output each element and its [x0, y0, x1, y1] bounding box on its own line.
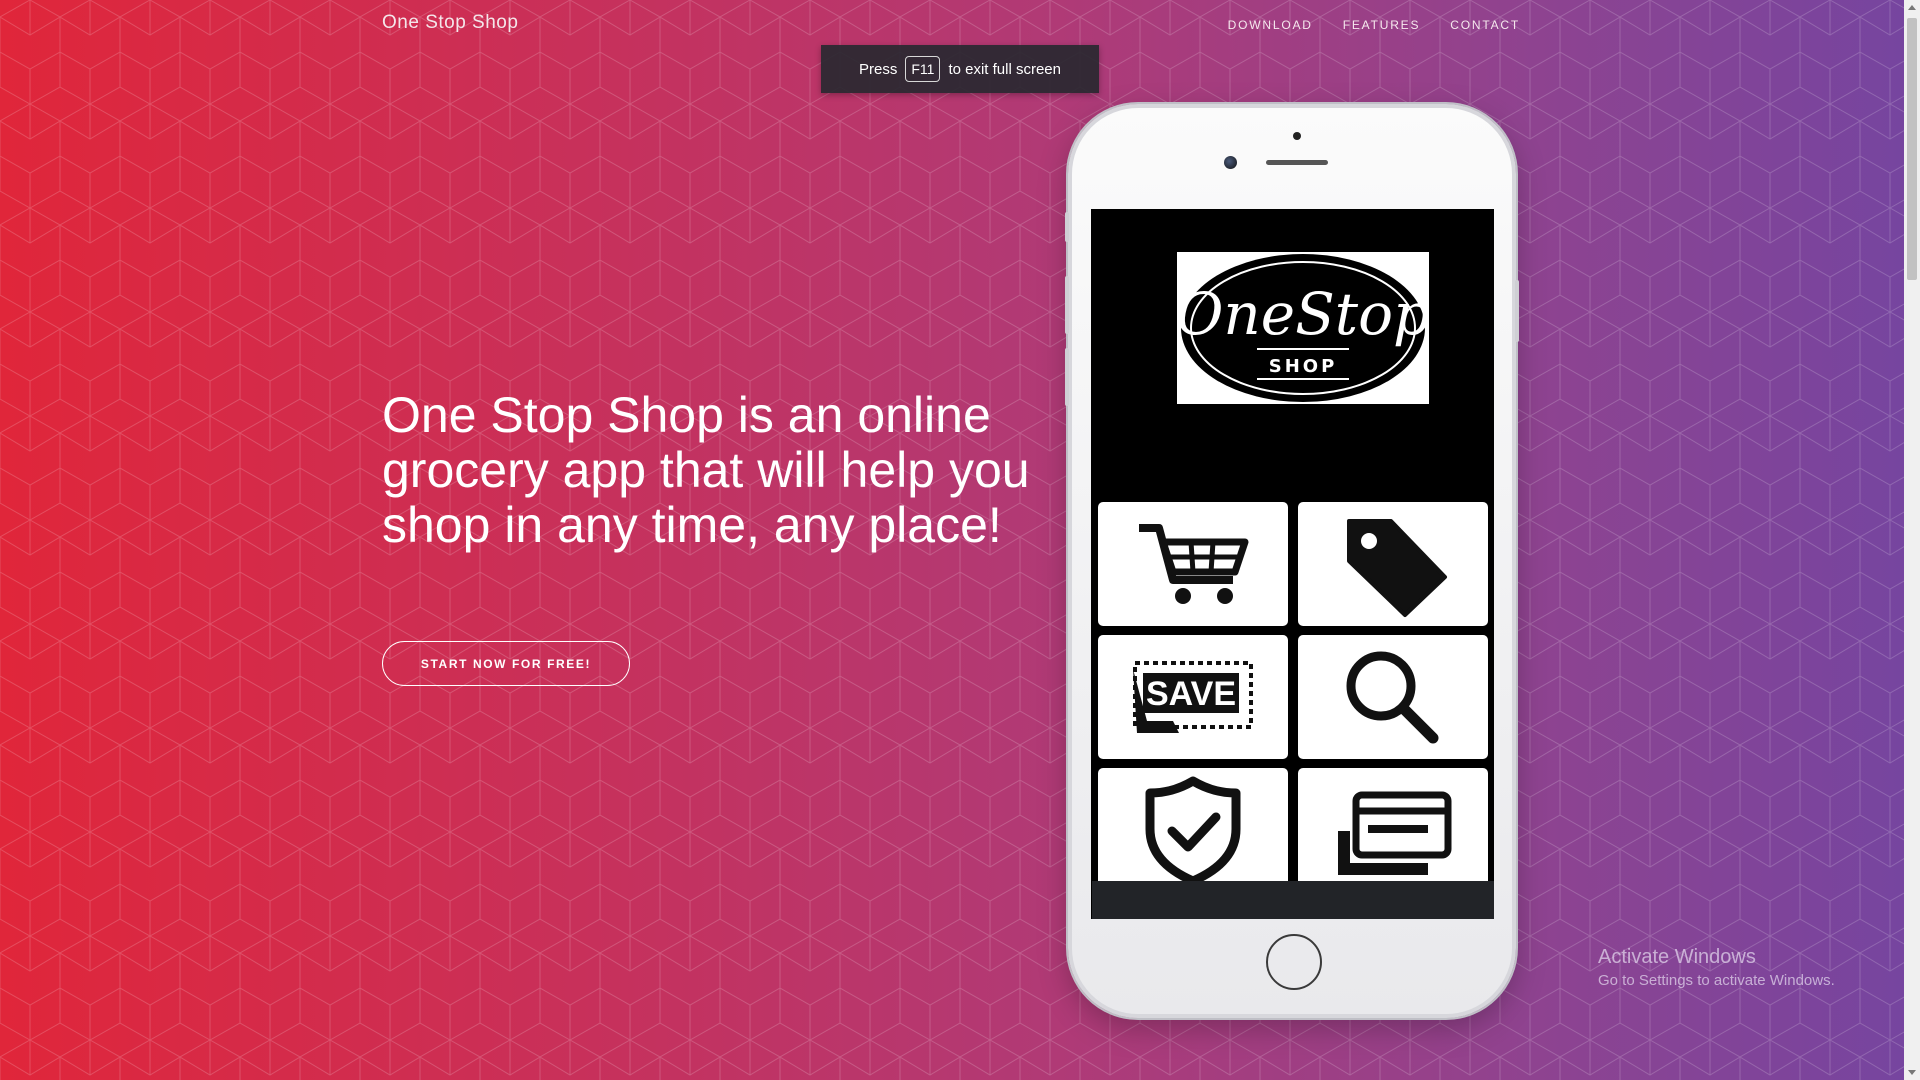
- scroll-up-arrow-icon[interactable]: [1908, 5, 1916, 10]
- tile-search[interactable]: [1298, 635, 1488, 759]
- phone-speaker: [1266, 160, 1328, 165]
- page-scrollbar[interactable]: [1904, 0, 1920, 1080]
- toast-press-text: Press: [859, 60, 898, 78]
- start-now-button[interactable]: START NOW FOR FREE!: [382, 641, 630, 686]
- main-nav: DOWNLOAD FEATURES CONTACT: [1228, 18, 1520, 32]
- nav-link-download[interactable]: DOWNLOAD: [1228, 18, 1313, 32]
- phone-power-button: [1515, 280, 1519, 342]
- onestop-logo-graphic: OneStop SHOP: [1176, 254, 1430, 402]
- phone-screen: OneStop SHOP SAVE: [1091, 209, 1494, 919]
- tile-payment-card[interactable]: [1298, 768, 1488, 892]
- nav-link-features[interactable]: FEATURES: [1343, 18, 1421, 32]
- landing-page: One Stop Shop DOWNLOAD FEATURES CONTACT …: [0, 0, 1920, 1080]
- phone-mockup: OneStop SHOP SAVE: [1065, 104, 1519, 1018]
- price-tag-icon: [1347, 519, 1447, 617]
- nav-link-contact[interactable]: CONTACT: [1450, 18, 1520, 32]
- phone-volume-up: [1065, 276, 1069, 334]
- phone-sensor: [1293, 132, 1301, 140]
- scrollbar-thumb[interactable]: [1907, 18, 1917, 280]
- tile-shopping-cart[interactable]: [1098, 502, 1288, 626]
- magnifier-search-icon: [1346, 651, 1439, 744]
- tile-security-shield[interactable]: [1098, 768, 1288, 892]
- f11-key-label: F11: [905, 56, 941, 82]
- phone-home-button[interactable]: [1266, 934, 1322, 990]
- shield-check-icon: [1145, 776, 1241, 885]
- phone-screen-bottom-bar: [1092, 881, 1494, 919]
- scroll-down-arrow-icon[interactable]: [1908, 1070, 1916, 1075]
- phone-camera-icon: [1224, 156, 1237, 169]
- logo-text-shop: SHOP: [1269, 356, 1338, 377]
- toast-suffix-text: to exit full screen: [948, 60, 1061, 78]
- activate-windows-subtitle: Go to Settings to activate Windows.: [1598, 972, 1835, 989]
- hero-heading: One Stop Shop is an online grocery app t…: [382, 387, 1030, 553]
- fullscreen-exit-toast: Press F11 to exit full screen: [821, 45, 1099, 93]
- phone-volume-down: [1065, 348, 1069, 406]
- activate-windows-title: Activate Windows: [1598, 946, 1756, 968]
- save-coupon-icon: SAVE: [1133, 661, 1253, 733]
- onestop-shop-logo: OneStop SHOP: [1176, 252, 1430, 404]
- save-label: SAVE: [1146, 675, 1236, 713]
- phone-mute-switch: [1065, 212, 1069, 242]
- credit-card-icon: [1338, 791, 1452, 875]
- logo-text-onestop: OneStop: [1177, 280, 1429, 348]
- brand-logo-link[interactable]: One Stop Shop: [382, 12, 518, 34]
- tile-save-coupon[interactable]: SAVE: [1098, 635, 1288, 759]
- shopping-cart-icon: [1139, 524, 1249, 604]
- tile-price-tag[interactable]: [1298, 502, 1488, 626]
